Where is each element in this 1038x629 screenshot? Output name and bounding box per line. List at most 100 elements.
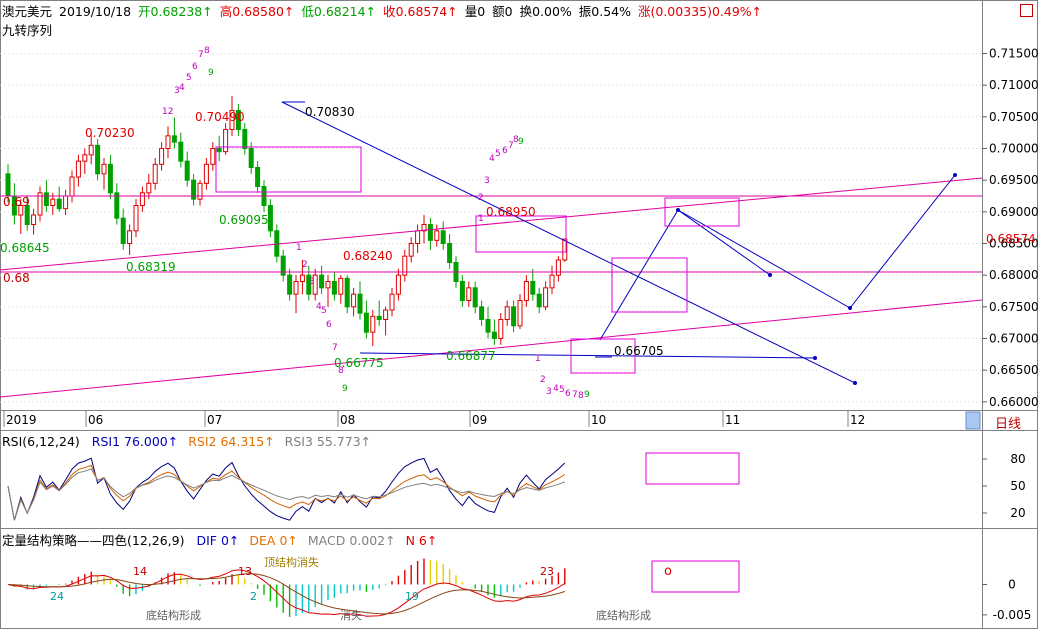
candle-body [5, 173, 11, 197]
price-annotation: 0.68950 [486, 205, 536, 219]
rsi-tick-label: 80 [1010, 452, 1025, 466]
y-tick-label: 0.70000 [989, 142, 1038, 156]
rsi-annotation-box [645, 452, 740, 485]
x-tick-label: 09 [472, 413, 487, 427]
candle-body [351, 293, 357, 308]
y-tick-label: 0.69000 [989, 205, 1038, 219]
candle-body [427, 224, 433, 241]
candle-body [203, 163, 209, 184]
candle-body [43, 192, 49, 206]
candle-body [370, 315, 376, 333]
price-annotation: 0.69095 [219, 213, 269, 227]
macd-label: 2 [250, 590, 257, 603]
candle-body [363, 312, 369, 333]
candle-body [69, 176, 75, 197]
candle-body [530, 281, 536, 295]
price-annotation: 0.68319 [126, 260, 176, 274]
price-annotation: 0.68645 [0, 241, 50, 255]
candle-body [517, 300, 523, 327]
seq-count-marker: 1 [296, 243, 302, 253]
seq-count-marker: 7 [198, 50, 204, 60]
seq-nine-marker: 9 [208, 68, 214, 78]
candle-body [133, 205, 139, 232]
arrow-head [813, 356, 817, 360]
seq-nine-marker: 9 [518, 137, 524, 147]
candle-body [210, 148, 216, 165]
support-line [359, 352, 816, 359]
candle-body [466, 287, 472, 302]
candle-body [165, 135, 171, 149]
y-tick-label: 0.66500 [989, 363, 1038, 377]
seq-count-marker: 8 [204, 46, 210, 56]
seq-count-marker: 7 [572, 390, 578, 400]
candle-body [344, 277, 350, 308]
level-label: 0.69 [3, 195, 30, 209]
candle-body [216, 148, 222, 153]
x-tick-label: 08 [340, 413, 355, 427]
macd-label: 13 [238, 565, 252, 578]
seq-count-marker: 5 [321, 306, 327, 316]
x-tick-label: 2019 [6, 413, 37, 427]
candle-body [178, 141, 184, 162]
candle-body [331, 281, 337, 295]
annotation-box [611, 257, 688, 313]
seq-count-marker: 6 [565, 389, 571, 399]
candle-body [498, 319, 504, 339]
candle-body [50, 198, 56, 207]
rsi-tick-label: 20 [1010, 506, 1025, 520]
candle-body [152, 163, 158, 184]
seq-nine-marker: 9 [584, 390, 590, 400]
candle-body [139, 192, 145, 206]
chart-canvas[interactable]: 0.715000.710000.705000.700000.695000.690… [0, 0, 1038, 629]
candle-body [184, 160, 190, 181]
candle-body [319, 274, 325, 289]
candle-body [395, 274, 401, 295]
x-tick-label: 11 [725, 413, 740, 427]
seq-count-marker: 3 [546, 387, 552, 397]
candle-body [63, 195, 69, 210]
macd-tick-label: -0.005 [993, 608, 1032, 622]
macd-label: 19 [405, 590, 419, 603]
arrow-head [676, 208, 680, 212]
seq-count-marker: 3 [484, 176, 490, 186]
seq-count-marker: 6 [192, 62, 198, 72]
scrollbar-thumb [965, 411, 981, 430]
candle-body [287, 274, 293, 295]
candle-body [107, 163, 113, 194]
candle-body [485, 319, 491, 333]
candle-body [440, 230, 446, 244]
candle-body [159, 148, 165, 165]
candle-body [293, 281, 299, 295]
candle-body [255, 167, 261, 187]
macd-label: 底结构形成 [596, 608, 651, 622]
candle-body [479, 306, 485, 321]
x-tick-label: 06 [88, 413, 103, 427]
candle-body [75, 160, 81, 178]
candle-body [31, 214, 37, 225]
arrow-head [848, 306, 852, 310]
macd-label: 消失 [340, 608, 362, 622]
y-tick-label: 0.70500 [989, 110, 1038, 124]
macd-signal-marker: o [664, 564, 672, 579]
candle-body [114, 192, 120, 219]
candle-body [197, 182, 203, 200]
macd-label: 24 [50, 590, 64, 603]
y-tick-label: 0.67000 [989, 332, 1038, 346]
seq-count-marker: 2 [540, 375, 546, 385]
y-tick-label: 0.71500 [989, 47, 1038, 61]
price-annotation: 0.70490 [195, 110, 245, 124]
arrow-head [853, 381, 857, 385]
seq-count-marker: 12 [162, 107, 173, 117]
projection-path-2 [677, 174, 956, 309]
candle-body [459, 281, 465, 301]
seq-count-marker: 1 [535, 354, 541, 364]
macd-label: 顶结构消失 [264, 555, 319, 569]
candle-body [555, 259, 561, 276]
y-tick-label: 0.67500 [989, 300, 1038, 314]
x-tick-label: 07 [207, 413, 222, 427]
candle-body [536, 293, 542, 308]
candle-body [299, 274, 305, 282]
candle-body [472, 287, 478, 308]
candle-body [120, 217, 126, 245]
candle-body [82, 154, 88, 162]
